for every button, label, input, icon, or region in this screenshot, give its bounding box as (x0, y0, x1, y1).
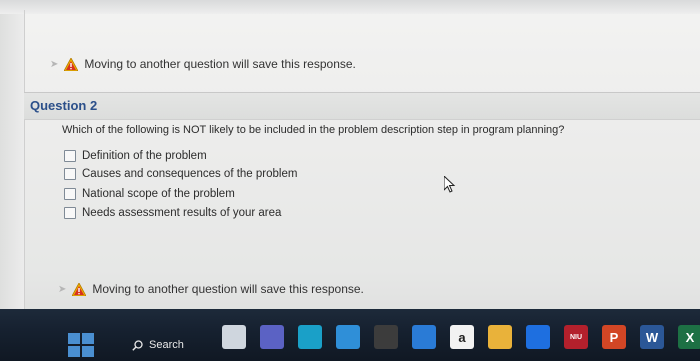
help-icon[interactable] (336, 325, 360, 349)
option-checkbox[interactable] (64, 168, 76, 180)
dropbox-icon[interactable] (526, 325, 550, 349)
question-title: Question 2 (30, 98, 98, 113)
option-2[interactable]: Causes and consequences of the problem (64, 168, 297, 180)
option-label: National scope of the problem (82, 188, 235, 200)
arrow-right-icon: ➤ (58, 283, 67, 295)
teams-icon[interactable] (260, 325, 284, 349)
option-label: Needs assessment results of your area (82, 207, 282, 219)
file-explorer-icon[interactable] (222, 325, 246, 349)
excel-icon[interactable]: X (678, 325, 700, 349)
warning-icon (64, 57, 79, 71)
mouse-cursor-icon (443, 174, 456, 198)
calculator-icon[interactable] (374, 325, 398, 349)
warning-icon (72, 282, 87, 296)
word-icon[interactable]: W (640, 325, 664, 349)
option-checkbox[interactable] (64, 188, 76, 200)
save-warning-text: Moving to another question will save thi… (84, 57, 356, 71)
search-icon (132, 339, 143, 351)
arrow-right-icon: ➤ (50, 58, 59, 70)
search-label: Search (149, 339, 184, 351)
option-3[interactable]: National scope of the problem (64, 188, 235, 200)
taskbar: Search a NIU P W X (0, 309, 700, 361)
question-header: Question 2 (24, 92, 700, 120)
taskbar-search[interactable]: Search (124, 332, 220, 358)
option-4[interactable]: Needs assessment results of your area (64, 207, 281, 219)
files-icon[interactable] (488, 325, 512, 349)
amazon-icon[interactable]: a (450, 325, 474, 349)
option-1[interactable]: Definition of the problem (64, 150, 207, 162)
option-label: Definition of the problem (82, 150, 207, 162)
save-warning-bottom: ➤ Moving to another question will save t… (58, 282, 364, 296)
save-warning-text: Moving to another question will save thi… (92, 282, 364, 296)
windows-start-icon[interactable] (68, 333, 94, 357)
option-checkbox[interactable] (64, 150, 76, 162)
save-warning-top: ➤ Moving to another question will save t… (50, 57, 356, 71)
niu-icon[interactable]: NIU (564, 325, 588, 349)
option-label: Causes and consequences of the problem (82, 168, 298, 180)
edge-icon[interactable] (298, 325, 322, 349)
option-checkbox[interactable] (64, 207, 76, 219)
mail-icon[interactable] (412, 325, 436, 349)
left-margin (0, 14, 24, 309)
question-text: Which of the following is NOT likely to … (62, 124, 565, 136)
powerpoint-icon[interactable]: P (602, 325, 626, 349)
question-body: Which of the following is NOT likely to … (50, 118, 690, 268)
